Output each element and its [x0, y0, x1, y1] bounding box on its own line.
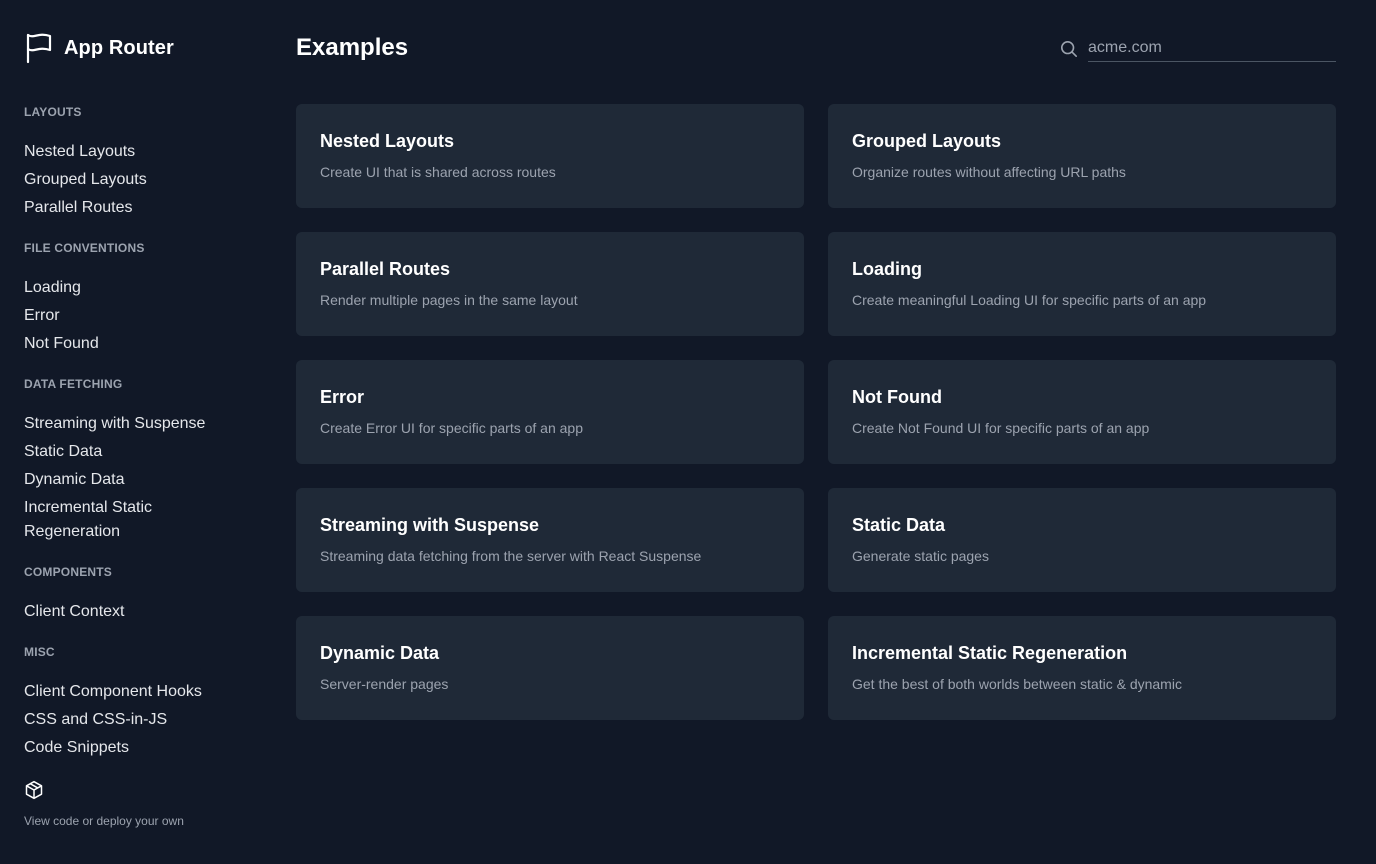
card-error[interactable]: Error Create Error UI for specific parts… [296, 360, 804, 464]
nav-group-label: FILE CONVENTIONS [24, 241, 145, 255]
card-title: Incremental Static Regeneration [852, 643, 1128, 663]
sidebar-item-streaming-with-suspense[interactable]: Streaming with Suspense [24, 412, 234, 436]
nav-group-label: MISC [24, 645, 55, 659]
flag-icon [26, 33, 52, 64]
card-grouped-layouts[interactable]: Grouped Layouts Organize routes without … [828, 104, 1336, 208]
card-streaming-with-suspense[interactable]: Streaming with Suspense Streaming data f… [296, 488, 804, 592]
sidebar-item-grouped-layouts[interactable]: Grouped Layouts [24, 168, 234, 192]
card-description: Create Not Found UI for specific parts o… [852, 420, 1150, 436]
card-loading[interactable]: Loading Create meaningful Loading UI for… [828, 232, 1336, 336]
card-parallel-routes[interactable]: Parallel Routes Render multiple pages in… [296, 232, 804, 336]
card-description: Server-render pages [320, 676, 449, 692]
card-description: Get the best of both worlds between stat… [852, 676, 1182, 692]
app-title: App Router [64, 36, 174, 59]
nav-group-layouts: LAYOUTS Nested Layouts Grouped Layouts P… [24, 104, 234, 224]
card-description: Create UI that is shared across routes [320, 164, 556, 180]
card-nested-layouts[interactable]: Nested Layouts Create UI that is shared … [296, 104, 804, 208]
card-title: Nested Layouts [320, 131, 455, 151]
sidebar-item-dynamic-data[interactable]: Dynamic Data [24, 468, 234, 492]
sidebar-item-static-data[interactable]: Static Data [24, 440, 234, 464]
sidebar-item-not-found[interactable]: Not Found [24, 332, 234, 356]
nav-group-components: COMPONENTS Client Context [24, 564, 234, 628]
brand-link[interactable]: App Router [24, 32, 174, 64]
card-title: Grouped Layouts [852, 131, 1002, 151]
sidebar-item-incremental-static-regeneration[interactable]: Incremental Static Regeneration [24, 496, 184, 544]
view-code-link[interactable]: View code or deploy your own [24, 780, 184, 828]
card-description: Generate static pages [852, 548, 989, 564]
footer-text: View code or deploy your own [24, 814, 184, 828]
nav-group-file-conventions: FILE CONVENTIONS Loading Error Not Found [24, 240, 234, 360]
nav-group-label: COMPONENTS [24, 565, 113, 579]
card-title: Static Data [852, 515, 946, 535]
card-title: Parallel Routes [320, 259, 451, 279]
card-description: Create meaningful Loading UI for specifi… [852, 292, 1207, 308]
sidebar-item-css-and-css-in-js[interactable]: CSS and CSS-in-JS [24, 708, 234, 732]
card-dynamic-data[interactable]: Dynamic Data Server-render pages [296, 616, 804, 720]
sidebar-item-parallel-routes[interactable]: Parallel Routes [24, 196, 234, 220]
card-description: Organize routes without affecting URL pa… [852, 164, 1126, 180]
card-title: Error [320, 387, 365, 407]
codesandbox-icon [25, 780, 43, 800]
card-title: Streaming with Suspense [320, 515, 540, 535]
sidebar-item-client-component-hooks[interactable]: Client Component Hooks [24, 680, 234, 704]
card-title: Not Found [852, 387, 942, 407]
card-incremental-static-regeneration[interactable]: Incremental Static Regeneration Get the … [828, 616, 1336, 720]
nav-group-data-fetching: DATA FETCHING Streaming with Suspense St… [24, 376, 234, 548]
search-icon [1060, 40, 1078, 58]
search-bar [1060, 36, 1336, 62]
card-description: Streaming data fetching from the server … [320, 548, 702, 564]
examples-grid: Nested Layouts Create UI that is shared … [296, 104, 1336, 720]
sidebar-item-loading[interactable]: Loading [24, 276, 234, 300]
sidebar-item-error[interactable]: Error [24, 304, 234, 328]
card-static-data[interactable]: Static Data Generate static pages [828, 488, 1336, 592]
nav-group-label: DATA FETCHING [24, 377, 123, 391]
sidebar-item-client-context[interactable]: Client Context [24, 600, 234, 624]
card-not-found[interactable]: Not Found Create Not Found UI for specif… [828, 360, 1336, 464]
sidebar-item-nested-layouts[interactable]: Nested Layouts [24, 140, 234, 164]
sidebar: App Router LAYOUTS Nested Layouts Groupe… [0, 0, 272, 864]
page-title: Examples [296, 34, 409, 61]
search-input[interactable] [1088, 36, 1336, 62]
card-title: Dynamic Data [320, 643, 440, 663]
card-description: Create Error UI for specific parts of an… [320, 420, 583, 436]
sidebar-item-code-snippets[interactable]: Code Snippets [24, 736, 234, 760]
nav-group-misc: MISC Client Component Hooks CSS and CSS-… [24, 644, 234, 764]
card-description: Render multiple pages in the same layout [320, 292, 578, 308]
nav-group-label: LAYOUTS [24, 105, 82, 119]
card-title: Loading [852, 259, 922, 279]
